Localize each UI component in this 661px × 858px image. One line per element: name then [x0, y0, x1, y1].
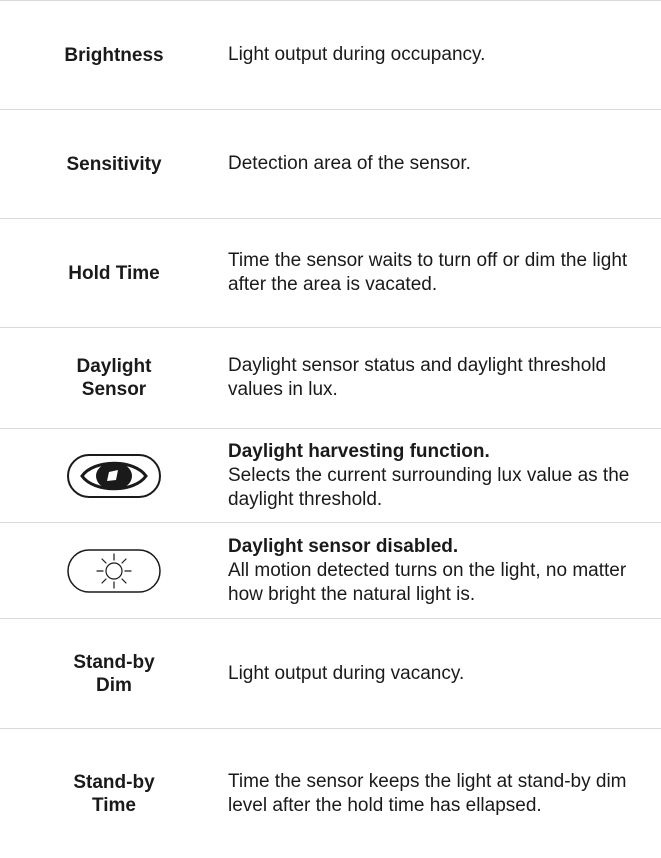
row-description: Daylight sensor disabled. All motion det…	[228, 535, 661, 607]
row-description: Detection area of the sensor.	[228, 153, 471, 174]
row-description-body: All motion detected turns on the light, …	[228, 559, 627, 605]
row-label: Stand-by Dim	[0, 651, 228, 697]
table-row-hold-time: Hold Time Time the sensor waits to turn …	[0, 218, 661, 327]
row-label: Hold Time	[68, 262, 160, 284]
row-description: Time the sensor keeps the light at stand…	[228, 770, 627, 816]
row-description: Light output during vacancy.	[228, 662, 465, 684]
row-label-line: Daylight	[76, 356, 152, 377]
table-row-daylight-disabled: Daylight sensor disabled. All motion det…	[0, 522, 661, 618]
row-label: Stand-by Time	[0, 771, 228, 817]
table-row-brightness: Brightness Light output during occupancy…	[0, 0, 661, 109]
sun-button-icon[interactable]	[0, 548, 228, 594]
row-description: Light output during occupancy.	[228, 44, 486, 65]
table-row-daylight-harvesting: Daylight harvesting function. Selects th…	[0, 428, 661, 522]
row-description-body: Selects the current surrounding lux valu…	[228, 464, 630, 510]
table-row-standby-time: Stand-by Time Time the sensor keeps the …	[0, 728, 661, 858]
row-label-line: Stand-by	[73, 651, 155, 673]
row-label: Sensitivity	[66, 153, 162, 175]
row-description: Daylight harvesting function. Selects th…	[228, 440, 661, 512]
table-row-daylight-sensor: Daylight Sensor Daylight sensor status a…	[0, 327, 661, 428]
table-row-sensitivity: Sensitivity Detection area of the sensor…	[0, 109, 661, 218]
row-label-line: Stand-by	[73, 771, 155, 793]
settings-table: Brightness Light output during occupancy…	[0, 0, 661, 858]
row-description: Time the sensor waits to turn off or dim…	[228, 250, 628, 295]
row-label: Daylight Sensor	[0, 355, 228, 401]
row-description-title: Daylight sensor disabled.	[228, 535, 459, 557]
table-row-standby-dim: Stand-by Dim Light output during vacancy…	[0, 618, 661, 728]
row-description: Daylight sensor status and daylight thre…	[228, 355, 607, 400]
row-label-line: Time	[91, 794, 136, 816]
row-description-title: Daylight harvesting function.	[228, 440, 490, 462]
row-label: Brightness	[64, 44, 164, 66]
row-label-line: Dim	[96, 674, 132, 696]
row-label-line: Sensor	[81, 379, 147, 400]
eye-button-icon[interactable]	[0, 453, 228, 499]
